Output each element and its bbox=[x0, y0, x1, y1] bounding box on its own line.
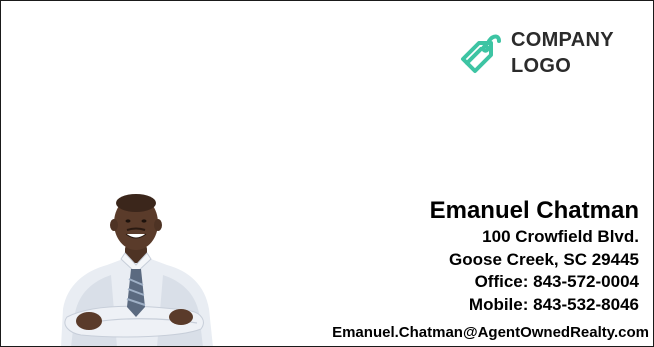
agent-city-state-zip: Goose Creek, SC 29445 bbox=[449, 249, 639, 269]
agent-info: Emanuel Chatman 100 Crowfield Blvd. Goos… bbox=[430, 196, 639, 316]
business-card: COMPANY LOGO Emanuel Chatman 100 Crowfie… bbox=[0, 0, 654, 347]
logo-text: COMPANY LOGO bbox=[511, 27, 614, 79]
agent-address: 100 Crowfield Blvd. bbox=[482, 227, 639, 246]
agent-mobile-phone: Mobile: 843-532-8046 bbox=[468, 294, 639, 314]
agent-email: Emanuel.Chatman@AgentOwnedRealty.com bbox=[332, 324, 649, 341]
logo-line-2: LOGO bbox=[511, 55, 572, 77]
company-logo: COMPANY LOGO bbox=[457, 27, 614, 79]
agent-photo bbox=[61, 194, 213, 346]
agent-name: Emanuel Chatman bbox=[429, 197, 639, 224]
agent-office-phone: Office: 843-572-0004 bbox=[474, 272, 639, 291]
logo-line-1: COMPANY bbox=[511, 29, 614, 51]
tag-icon bbox=[461, 34, 501, 73]
